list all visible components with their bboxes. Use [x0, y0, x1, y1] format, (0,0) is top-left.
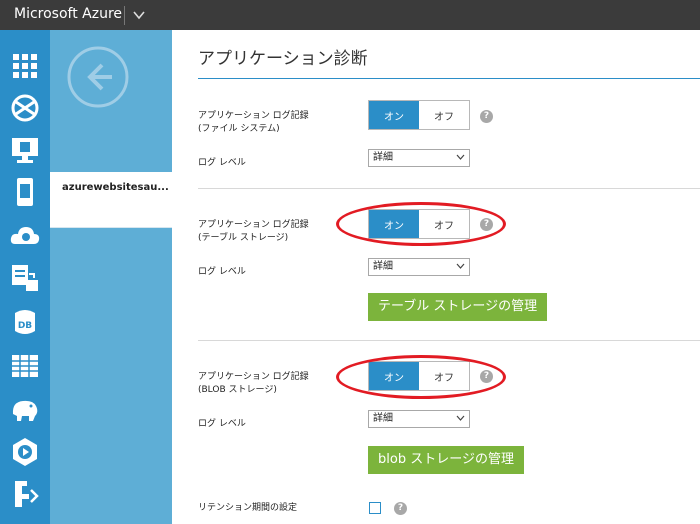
help-icon[interactable]: ?: [480, 110, 493, 123]
main-content: アプリケーション診断 アプリケーション ログ記録 (ファイル システム) オン …: [172, 30, 700, 524]
hdinsight-elephant-icon[interactable]: [9, 392, 41, 424]
top-bar: Microsoft Azure: [0, 0, 700, 30]
highlight-ellipse: [336, 355, 506, 399]
table-storage-log-label: アプリケーション ログ記録 (テーブル ストレージ): [198, 219, 309, 245]
globe-icon[interactable]: [9, 92, 41, 124]
section-divider: [198, 188, 700, 189]
storage-transfer-icon[interactable]: [9, 262, 41, 294]
cloud-gear-icon[interactable]: [9, 220, 41, 252]
site-name: azurewebsitesau...: [62, 182, 169, 193]
table-icon[interactable]: [9, 350, 41, 382]
toggle-on-button[interactable]: オン: [369, 101, 419, 129]
svg-text:DB: DB: [18, 321, 32, 331]
mobile-icon[interactable]: [9, 176, 41, 208]
chevron-down-icon: [456, 154, 465, 160]
log-label-line1: アプリケーション ログ記録: [198, 220, 309, 230]
blob-storage-level-select[interactable]: 詳細: [368, 410, 470, 428]
file-system-level-label: ログ レベル: [198, 158, 246, 168]
topbar-divider: [124, 6, 125, 25]
select-value: 詳細: [373, 261, 393, 272]
item-panel: azurewebsitesau...: [50, 30, 172, 524]
site-list-item[interactable]: azurewebsitesau...: [50, 172, 172, 228]
file-system-log-toggle[interactable]: オン オフ: [368, 100, 470, 130]
log-label-line2: (ファイル システム): [198, 124, 280, 134]
database-icon[interactable]: DB: [9, 306, 41, 338]
log-label-line2: (テーブル ストレージ): [198, 233, 289, 243]
chevron-down-icon: [456, 415, 465, 421]
log-label-line2: (BLOB ストレージ): [198, 385, 277, 395]
chevron-down-icon: [456, 263, 465, 269]
help-icon[interactable]: ?: [394, 502, 407, 515]
blob-storage-level-label: ログ レベル: [198, 419, 246, 429]
table-storage-level-select[interactable]: 詳細: [368, 258, 470, 276]
log-label-line1: アプリケーション ログ記録: [198, 111, 309, 121]
log-label-line1: アプリケーション ログ記録: [198, 372, 309, 382]
file-system-level-select[interactable]: 詳細: [368, 149, 470, 167]
nav-rail: DB: [0, 30, 50, 524]
manage-table-storage-button[interactable]: テーブル ストレージの管理: [368, 293, 548, 321]
section-divider: [198, 340, 700, 341]
retention-checkbox[interactable]: [369, 502, 381, 514]
page-title: アプリケーション診断: [198, 49, 368, 69]
title-divider: [198, 78, 700, 79]
select-value: 詳細: [373, 413, 393, 424]
chevron-down-icon[interactable]: [131, 8, 147, 22]
highlight-ellipse: [336, 202, 506, 246]
retention-label: リテンション期間の設定: [198, 503, 298, 513]
file-system-log-label: アプリケーション ログ記録 (ファイル システム): [198, 110, 309, 136]
toggle-off-button[interactable]: オフ: [419, 101, 469, 129]
blob-storage-log-label: アプリケーション ログ記録 (BLOB ストレージ): [198, 371, 309, 397]
media-icon[interactable]: [9, 436, 41, 468]
back-arrow-icon[interactable]: [66, 45, 130, 109]
manage-blob-storage-button[interactable]: blob ストレージの管理: [368, 446, 524, 474]
table-storage-level-label: ログ レベル: [198, 267, 246, 277]
deploy-icon[interactable]: [9, 478, 41, 510]
monitor-icon[interactable]: [9, 134, 41, 166]
select-value: 詳細: [373, 152, 393, 163]
brand-title[interactable]: Microsoft Azure: [14, 6, 122, 22]
grid-icon[interactable]: [9, 50, 41, 82]
